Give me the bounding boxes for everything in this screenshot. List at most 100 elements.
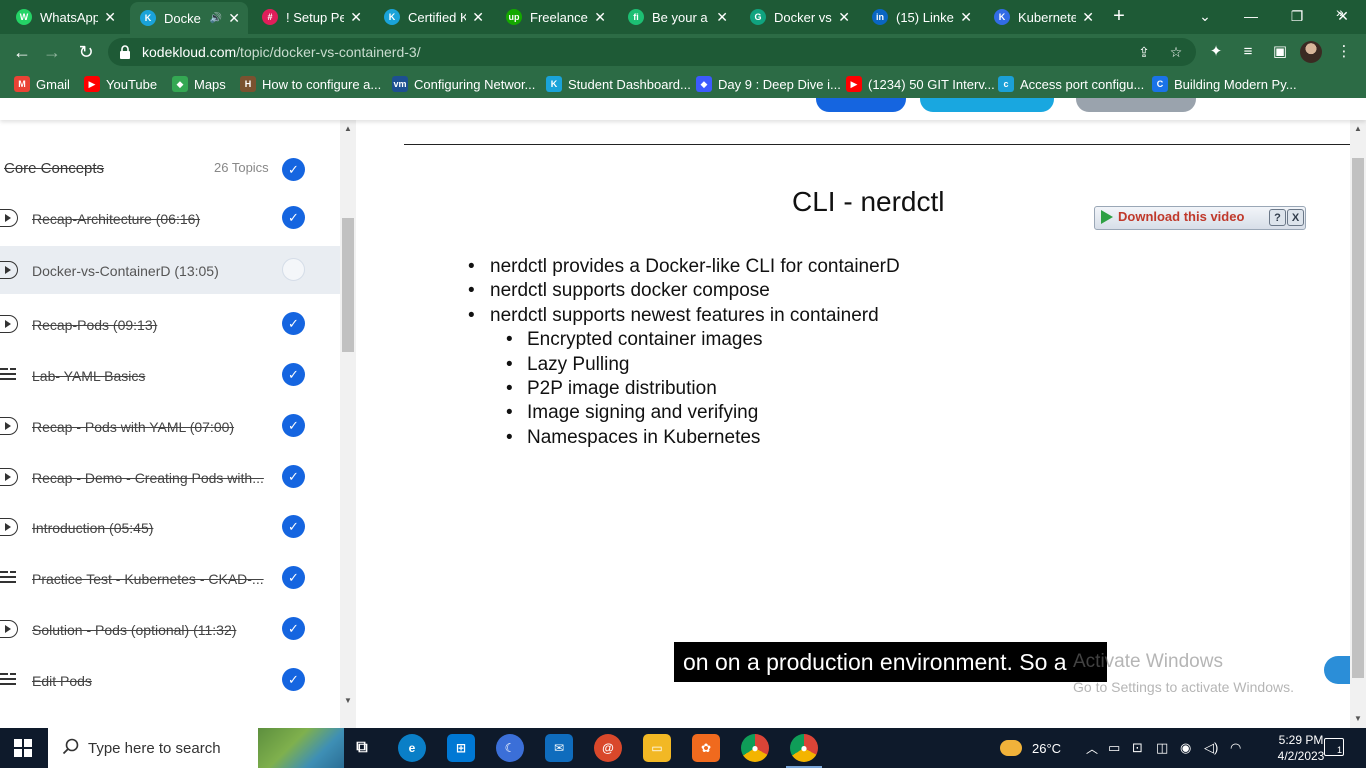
- restore-button[interactable]: ❐: [1274, 0, 1320, 32]
- share-icon[interactable]: ⇪: [1134, 42, 1154, 62]
- page-scroll-thumb[interactable]: [1352, 158, 1364, 678]
- address-bar[interactable]: kodekloud.com/topic/docker-vs-containerd…: [108, 38, 1196, 66]
- bookmark-item[interactable]: K Student Dashboard...: [546, 75, 691, 93]
- side-panel-icon[interactable]: ▣: [1268, 40, 1292, 64]
- weather-widget[interactable]: 26°C: [1000, 728, 1061, 768]
- lesson-item[interactable]: Lab- YAML Basics ✓: [0, 351, 340, 399]
- tab-close-icon[interactable]: ✕: [228, 10, 240, 27]
- lesson-item[interactable]: Practice Test - Kubernetes - CKAD-... ✓: [0, 554, 340, 602]
- bookmark-item[interactable]: ◆ Day 9 : Deep Dive i...: [696, 75, 841, 93]
- bookmark-item[interactable]: ◆ Maps: [172, 75, 226, 93]
- download-close-button[interactable]: X: [1287, 209, 1304, 226]
- file-explorer-icon[interactable]: ▭: [643, 734, 671, 762]
- lock-icon[interactable]: [118, 44, 132, 60]
- header-secondary-button[interactable]: [1076, 98, 1196, 112]
- floating-side-button[interactable]: [1324, 656, 1350, 684]
- tab-close-icon[interactable]: ✕: [594, 9, 606, 26]
- chrome-icon[interactable]: ●: [741, 734, 769, 762]
- browser-tab[interactable]: W WhatsApp ✕: [6, 0, 124, 34]
- camera-icon[interactable]: ◉: [1180, 728, 1191, 768]
- video-player[interactable]: CLI - nerdctl Download this video ? X ne…: [356, 120, 1350, 728]
- browser-tab[interactable]: in (15) Linked ✕: [862, 0, 980, 34]
- battery-icon[interactable]: ▭: [1108, 728, 1120, 768]
- app-moon-icon[interactable]: ☾: [496, 734, 524, 762]
- tab-close-icon[interactable]: ✕: [350, 9, 362, 26]
- header-primary-button[interactable]: [920, 98, 1054, 112]
- bookmark-item[interactable]: ▶ YouTube: [84, 75, 157, 93]
- windows-start-icon[interactable]: [14, 739, 32, 757]
- back-button[interactable]: ←: [10, 40, 34, 64]
- completed-check-icon[interactable]: ✓: [282, 566, 305, 589]
- profile-avatar[interactable]: [1300, 41, 1322, 63]
- completed-check-icon[interactable]: ✓: [282, 515, 305, 538]
- minimize-button[interactable]: —: [1228, 0, 1274, 32]
- bookmark-item[interactable]: M Gmail: [14, 75, 70, 93]
- notification-center-icon[interactable]: 1: [1324, 738, 1344, 756]
- lesson-item[interactable]: Recap-Architecture (06:16) ✓: [0, 194, 340, 242]
- lesson-item[interactable]: Solution - Pods (optional) (11:32) ✓: [0, 605, 340, 653]
- wifi-icon[interactable]: ◠: [1230, 728, 1241, 768]
- bookmark-star-icon[interactable]: ☆: [1166, 42, 1186, 62]
- lesson-item[interactable]: Edit Pods ✓: [0, 656, 340, 704]
- chrome-active-icon[interactable]: ●: [786, 734, 822, 768]
- lesson-item[interactable]: Recap - Demo - Creating Pods with... ✓: [0, 453, 340, 501]
- bookmark-item[interactable]: ▶ (1234) 50 GIT Interv...: [846, 75, 995, 93]
- bookmark-item[interactable]: c Access port configu...: [998, 75, 1144, 93]
- browser-tab[interactable]: up Freelance ✕: [496, 0, 614, 34]
- tab-search-icon[interactable]: ⌄: [1182, 0, 1228, 32]
- bookmark-item[interactable]: C Building Modern Py...: [1152, 75, 1297, 93]
- scroll-up-arrow-icon[interactable]: ▲: [343, 124, 353, 133]
- sidebar-scrollbar[interactable]: ▲ ▼: [340, 120, 356, 728]
- tab-close-icon[interactable]: ✕: [716, 9, 728, 26]
- page-scroll-down-icon[interactable]: ▼: [1353, 714, 1363, 723]
- header-button[interactable]: [816, 98, 906, 112]
- tab-close-icon[interactable]: ✕: [104, 9, 116, 26]
- taskbar-search[interactable]: Type here to search: [48, 728, 344, 768]
- lesson-item[interactable]: Recap - Pods with YAML (07:00) ✓: [0, 402, 340, 450]
- browser-tab[interactable]: fi Be your a ✕: [618, 0, 736, 34]
- volume-icon[interactable]: ◁): [1204, 728, 1218, 768]
- media-control-icon[interactable]: ≡: [1236, 40, 1260, 64]
- download-video-button[interactable]: Download this video: [1101, 209, 1244, 224]
- lesson-item[interactable]: Docker-vs-ContainerD (13:05): [0, 246, 340, 294]
- show-hidden-icons[interactable]: ︿: [1086, 728, 1098, 768]
- page-scroll-up-icon[interactable]: ▲: [1353, 124, 1363, 133]
- tab-close-icon[interactable]: ✕: [472, 9, 484, 26]
- scroll-down-arrow-icon[interactable]: ▼: [343, 696, 353, 705]
- section-title[interactable]: Core Concepts: [4, 160, 104, 177]
- completed-check-icon[interactable]: ✓: [282, 668, 305, 691]
- sidebar-scroll-thumb[interactable]: [342, 218, 354, 352]
- tab-close-icon[interactable]: ✕: [1082, 9, 1094, 26]
- chrome-menu-icon[interactable]: ⋮: [1332, 40, 1356, 64]
- download-video-widget[interactable]: Download this video ? X: [1094, 206, 1306, 230]
- store-icon[interactable]: ⊞: [447, 734, 475, 762]
- new-tab-button[interactable]: +: [1108, 5, 1130, 27]
- meet-now-icon[interactable]: ◫: [1156, 728, 1168, 768]
- page-scrollbar[interactable]: ▲ ▼: [1350, 120, 1366, 728]
- url-text[interactable]: kodekloud.com/topic/docker-vs-containerd…: [142, 44, 421, 60]
- download-help-button[interactable]: ?: [1269, 209, 1286, 226]
- forward-button[interactable]: →: [40, 40, 64, 64]
- browser-tab[interactable]: K Docke 🔊 ✕: [130, 2, 248, 34]
- lesson-item[interactable]: Introduction (05:45) ✓: [0, 503, 340, 551]
- network-device-icon[interactable]: ⊡: [1132, 728, 1143, 768]
- browser-tab[interactable]: # ! Setup Pe ✕: [252, 0, 370, 34]
- tab-close-icon[interactable]: ✕: [960, 9, 972, 26]
- edge-icon[interactable]: e: [398, 734, 426, 762]
- browser-tab[interactable]: G Docker vs ✕: [740, 0, 858, 34]
- app-gear-icon[interactable]: ✿: [692, 734, 720, 762]
- completed-check-icon[interactable]: ✓: [282, 414, 305, 437]
- completed-check-icon[interactable]: ✓: [282, 206, 305, 229]
- extensions-icon[interactable]: ✦: [1204, 40, 1228, 64]
- app-swirl-icon[interactable]: @: [594, 734, 622, 762]
- completed-check-icon[interactable]: ✓: [282, 312, 305, 335]
- reload-button[interactable]: ↻: [74, 40, 98, 64]
- lesson-item[interactable]: Recap-Pods (09:13) ✓: [0, 300, 340, 348]
- bookmark-item[interactable]: vm Configuring Networ...: [392, 75, 535, 93]
- task-view-icon[interactable]: ⧉: [348, 734, 376, 762]
- more-bookmarks-icon[interactable]: »: [1336, 4, 1344, 20]
- tab-close-icon[interactable]: ✕: [838, 9, 850, 26]
- completed-check-icon[interactable]: ✓: [282, 465, 305, 488]
- bookmark-item[interactable]: H How to configure a...: [240, 75, 381, 93]
- browser-tab[interactable]: K Certified K ✕: [374, 0, 492, 34]
